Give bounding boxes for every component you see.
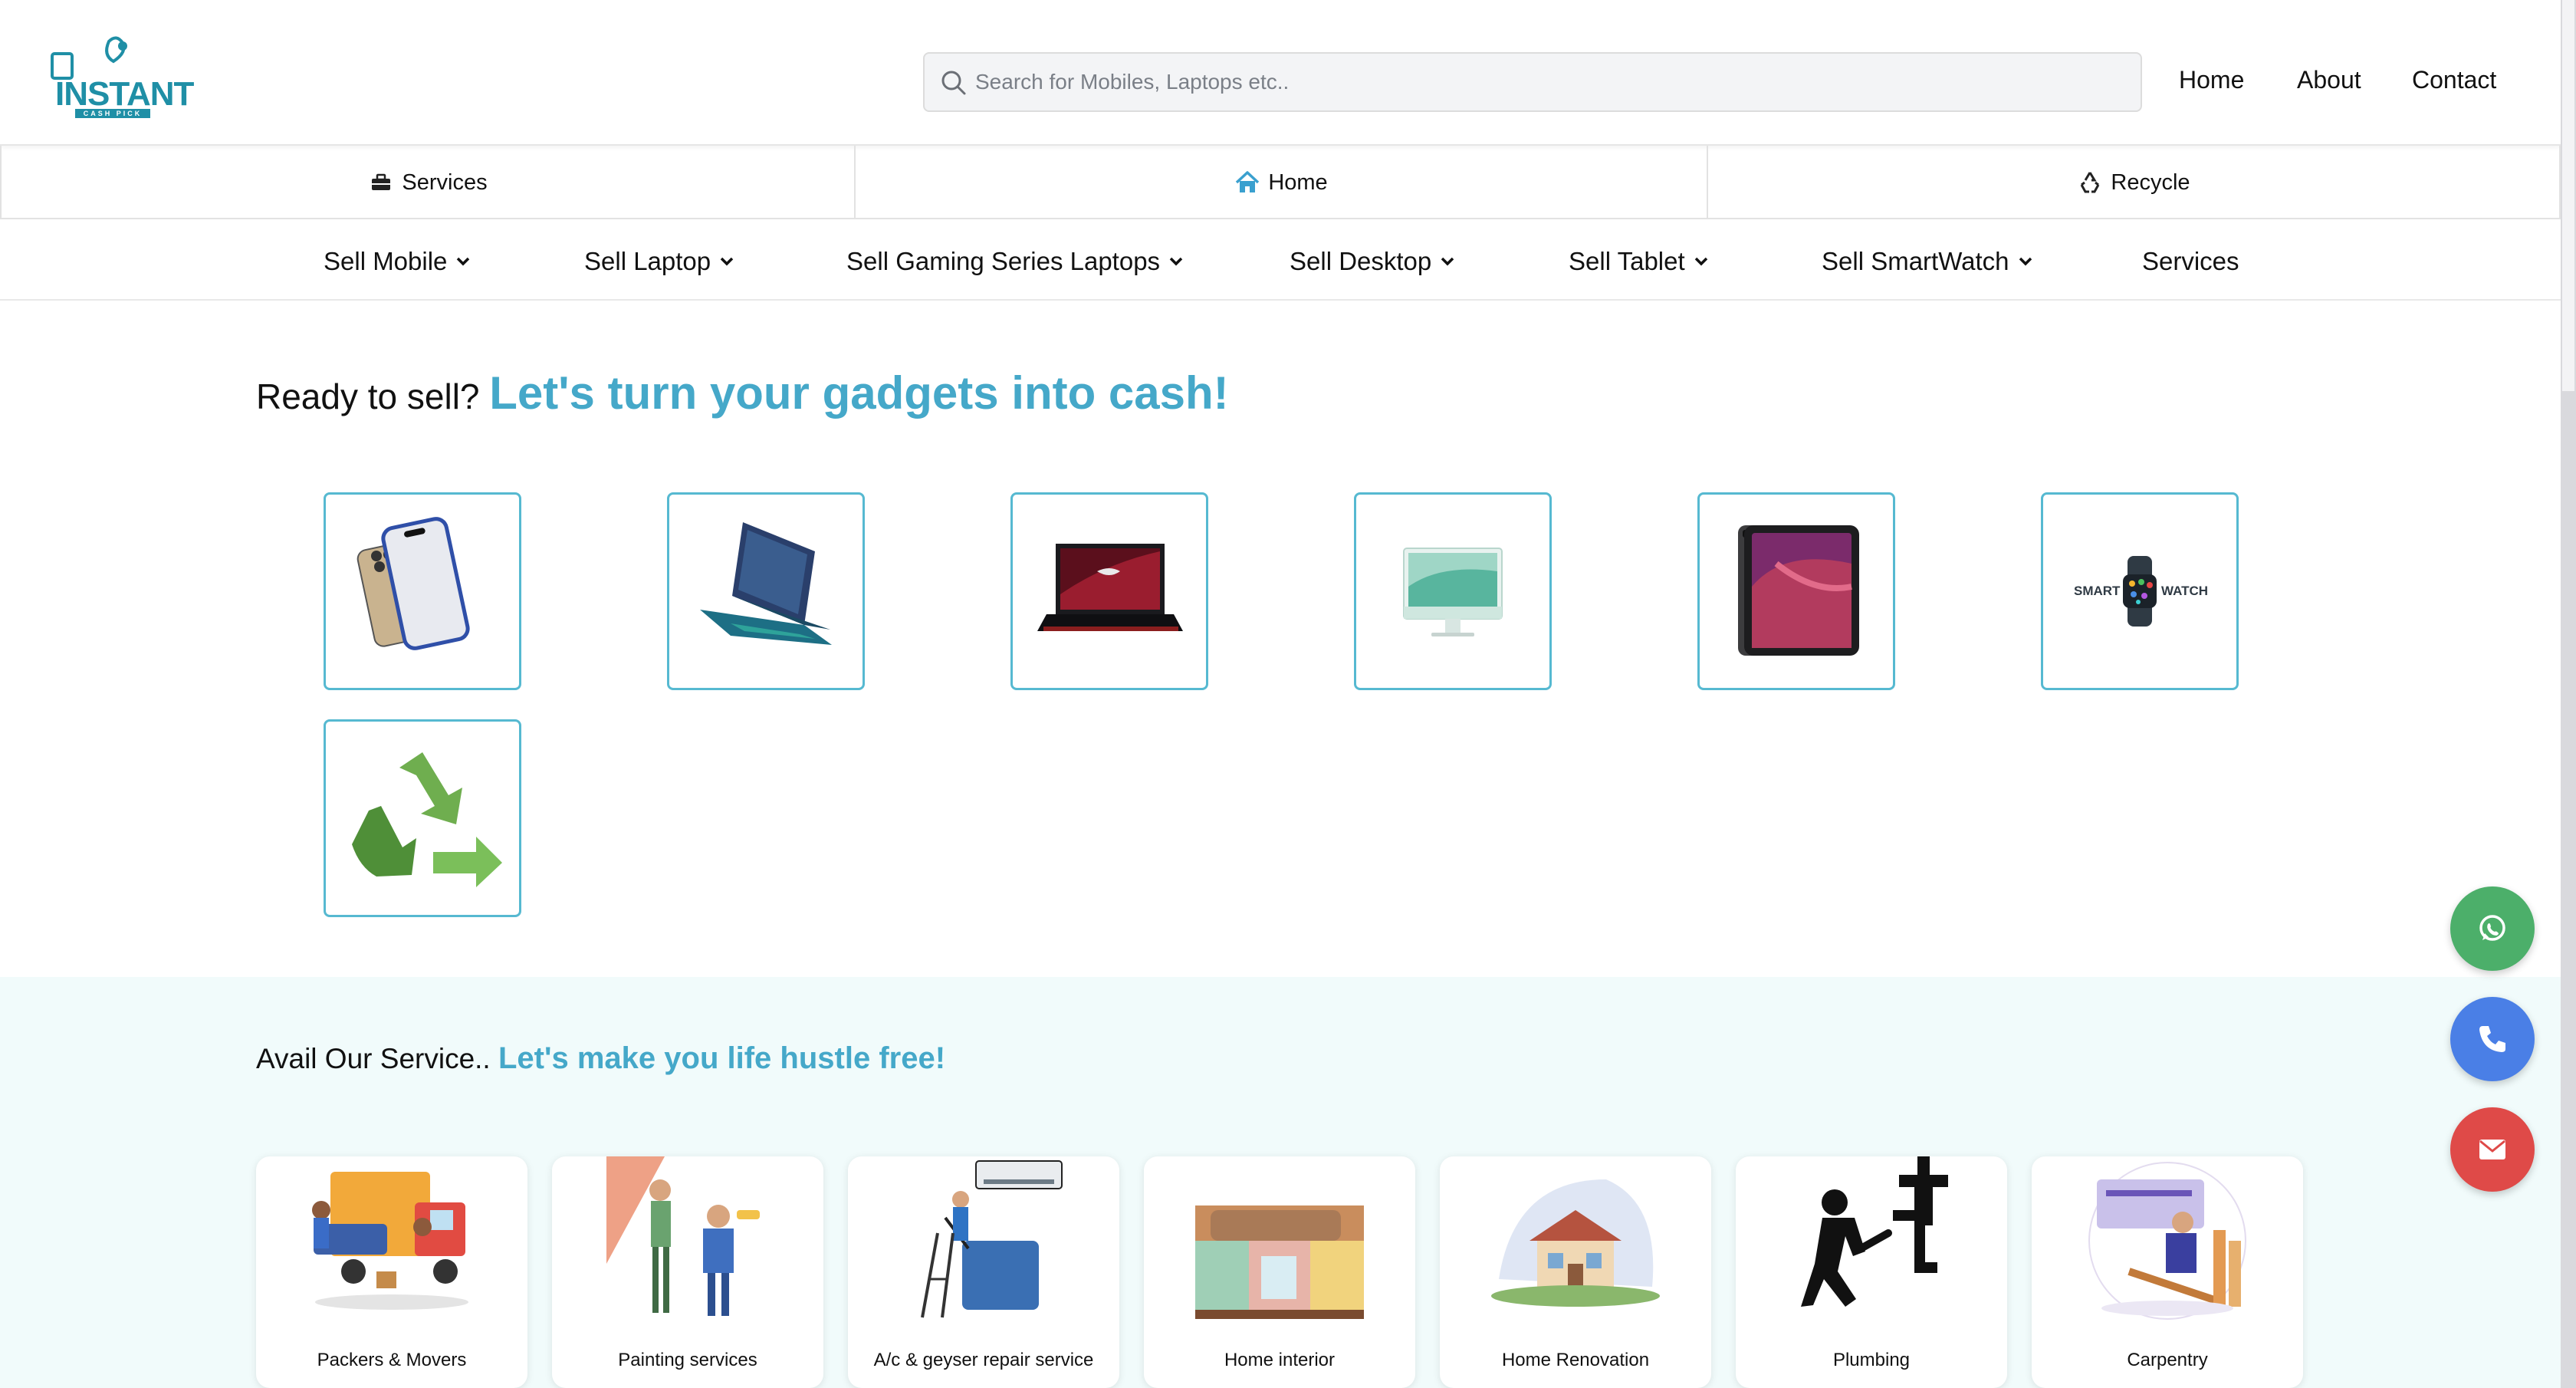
menu-label: Services bbox=[2142, 247, 2239, 275]
tile-sell-smartwatch[interactable]: SMART WATCH bbox=[2041, 492, 2239, 690]
moving-truck-icon bbox=[312, 1172, 468, 1310]
tile-sell-tablet[interactable] bbox=[1697, 492, 1895, 690]
laptop-icon bbox=[700, 522, 832, 645]
tile-sell-desktop[interactable] bbox=[1354, 492, 1552, 690]
menu-sell-smartwatch[interactable]: Sell SmartWatch bbox=[1822, 247, 2032, 276]
service-card-painting[interactable]: Painting services bbox=[552, 1156, 823, 1388]
service-card-packers-movers[interactable]: Packers & Movers bbox=[256, 1156, 527, 1388]
scrollbar-thumb[interactable] bbox=[2562, 0, 2574, 391]
category-label: Services bbox=[402, 169, 488, 195]
whatsapp-icon bbox=[2479, 915, 2505, 941]
header: INSTANT CASH PICK Home About Contact bbox=[0, 0, 2561, 146]
category-bar: Services Home Recycle bbox=[0, 146, 2561, 219]
recycle-icon bbox=[2081, 172, 2100, 193]
site-logo[interactable]: INSTANT CASH PICK bbox=[40, 35, 194, 120]
call-button[interactable] bbox=[2450, 997, 2535, 1081]
hero-accent: Let's turn your gadgets into cash! bbox=[489, 367, 1229, 419]
service-label: Carpentry bbox=[2127, 1350, 2208, 1370]
smartwatch-icon: SMART WATCH bbox=[2074, 556, 2208, 627]
tablet-icon bbox=[1738, 525, 1859, 656]
interior-icon bbox=[1195, 1205, 1364, 1319]
carpenter-icon bbox=[2088, 1162, 2246, 1320]
nav-home-link[interactable]: Home bbox=[2179, 66, 2244, 94]
menu-label: Sell Gaming Series Laptops bbox=[846, 247, 1161, 275]
watch-left-text: SMART bbox=[2074, 584, 2121, 598]
service-label: Home Renovation bbox=[1501, 1350, 1650, 1370]
service-label: A/c & geyser repair service bbox=[873, 1350, 1094, 1370]
nav-about-link[interactable]: About bbox=[2297, 66, 2361, 94]
smartphone-icon bbox=[356, 517, 470, 650]
service-label: Plumbing bbox=[1832, 1350, 1911, 1370]
tile-sell-gaming-laptop[interactable] bbox=[1010, 492, 1208, 690]
recycle-icon bbox=[352, 752, 502, 887]
service-card-home-renovation[interactable]: Home Renovation bbox=[1440, 1156, 1711, 1388]
hero-prefix: Ready to sell? bbox=[256, 377, 480, 416]
desktop-icon bbox=[1403, 548, 1503, 636]
service-label: Home interior bbox=[1224, 1350, 1336, 1370]
menu-label: Sell Mobile bbox=[324, 247, 448, 275]
service-card-home-interior[interactable]: Home interior bbox=[1144, 1156, 1415, 1388]
nav-contact-link[interactable]: Contact bbox=[2412, 66, 2496, 94]
search-icon bbox=[941, 71, 966, 95]
menu-services[interactable]: Services bbox=[2142, 247, 2239, 276]
service-card-ac-geyser[interactable]: A/c & geyser repair service bbox=[848, 1156, 1119, 1388]
service-card-carpentry[interactable]: Carpentry bbox=[2032, 1156, 2303, 1388]
logo-mark-icon bbox=[51, 36, 127, 80]
menu-sell-mobile[interactable]: Sell Mobile bbox=[324, 247, 470, 276]
service-label: Packers & Movers bbox=[317, 1350, 467, 1370]
services-prefix: Avail Our Service.. bbox=[256, 1043, 491, 1074]
service-card-plumbing[interactable]: Plumbing bbox=[1736, 1156, 2007, 1388]
watch-right-text: WATCH bbox=[2161, 584, 2208, 598]
plumber-icon bbox=[1801, 1156, 1948, 1307]
tile-sell-laptop[interactable] bbox=[667, 492, 865, 690]
chevron-down-icon bbox=[1694, 257, 1707, 266]
tile-sell-mobile[interactable] bbox=[324, 492, 521, 690]
category-recycle[interactable]: Recycle bbox=[1707, 146, 2561, 219]
chevron-down-icon bbox=[720, 257, 734, 266]
chevron-down-icon bbox=[1441, 257, 1454, 266]
gaming-laptop-icon bbox=[1037, 544, 1183, 631]
hero-heading: Ready to sell? Let's turn your gadgets i… bbox=[256, 367, 1229, 419]
menu-label: Sell Desktop bbox=[1290, 247, 1432, 275]
sell-menu: Sell Mobile Sell Laptop Sell Gaming Seri… bbox=[0, 221, 2561, 301]
mail-icon bbox=[2479, 1140, 2505, 1159]
whatsapp-button[interactable] bbox=[2450, 886, 2535, 971]
category-home[interactable]: Home bbox=[854, 146, 1707, 219]
tile-recycle[interactable] bbox=[324, 719, 521, 917]
house-icon bbox=[1491, 1179, 1660, 1307]
services-heading: Avail Our Service.. Let's make you life … bbox=[256, 1041, 945, 1076]
menu-sell-laptop[interactable]: Sell Laptop bbox=[584, 247, 734, 276]
services-accent: Let's make you life hustle free! bbox=[498, 1041, 946, 1075]
chevron-down-icon bbox=[2019, 257, 2032, 266]
page: INSTANT CASH PICK Home About Contact Ser… bbox=[0, 0, 2576, 1388]
chevron-down-icon bbox=[1169, 257, 1183, 266]
menu-label: Sell SmartWatch bbox=[1822, 247, 2009, 275]
menu-label: Sell Tablet bbox=[1569, 247, 1685, 275]
logo-subtext: CASH PICK bbox=[75, 109, 150, 118]
category-label: Recycle bbox=[2111, 169, 2190, 195]
search-input[interactable] bbox=[975, 54, 2125, 110]
category-label: Home bbox=[1268, 169, 1328, 195]
toolbox-icon bbox=[372, 173, 391, 190]
home-icon bbox=[1236, 171, 1260, 192]
logo-text: INSTANT bbox=[55, 75, 194, 113]
chevron-down-icon bbox=[457, 257, 470, 266]
menu-label: Sell Laptop bbox=[584, 247, 711, 275]
category-services[interactable]: Services bbox=[0, 146, 854, 219]
menu-sell-tablet[interactable]: Sell Tablet bbox=[1569, 247, 1708, 276]
painter-icon bbox=[606, 1156, 760, 1316]
phone-icon bbox=[2479, 1026, 2505, 1052]
search-bar[interactable] bbox=[923, 52, 2142, 112]
ac-repair-icon bbox=[921, 1160, 1063, 1318]
menu-sell-gaming-laptops[interactable]: Sell Gaming Series Laptops bbox=[846, 247, 1183, 276]
email-button[interactable] bbox=[2450, 1107, 2535, 1192]
service-label: Painting services bbox=[618, 1350, 757, 1370]
menu-sell-desktop[interactable]: Sell Desktop bbox=[1290, 247, 1454, 276]
